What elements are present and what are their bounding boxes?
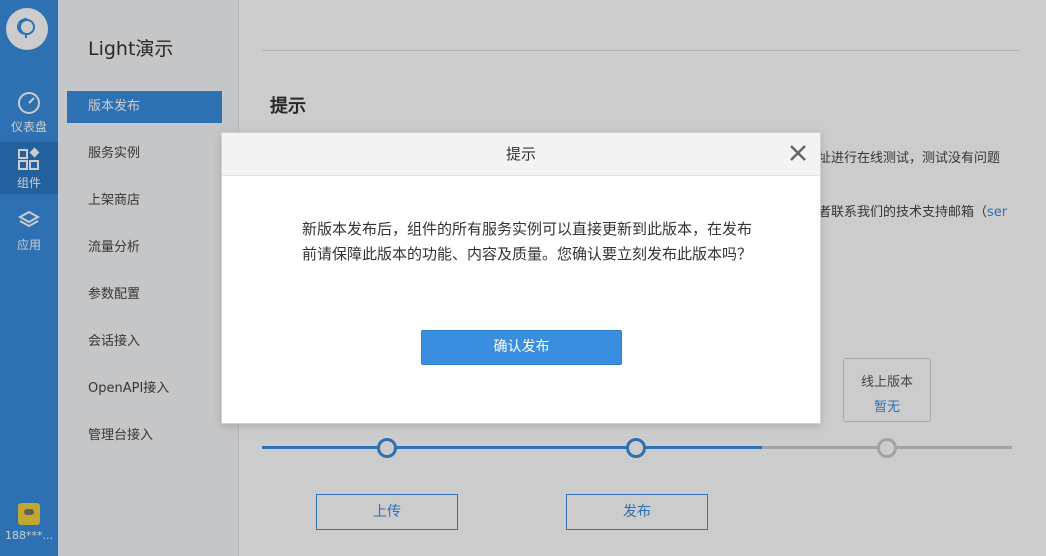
dialog-header: 提示	[222, 133, 820, 176]
dialog-message: 新版本发布后，组件的所有服务实例可以直接更新到此版本，在发布前请保障此版本的功能…	[302, 220, 753, 263]
dialog-title: 提示	[505, 145, 536, 163]
confirm-dialog: 提示 新版本发布后，组件的所有服务实例可以直接更新到此版本，在发布前请保障此版本…	[221, 132, 821, 424]
confirm-publish-button[interactable]: 确认发布	[421, 330, 622, 365]
close-icon[interactable]	[786, 141, 810, 165]
